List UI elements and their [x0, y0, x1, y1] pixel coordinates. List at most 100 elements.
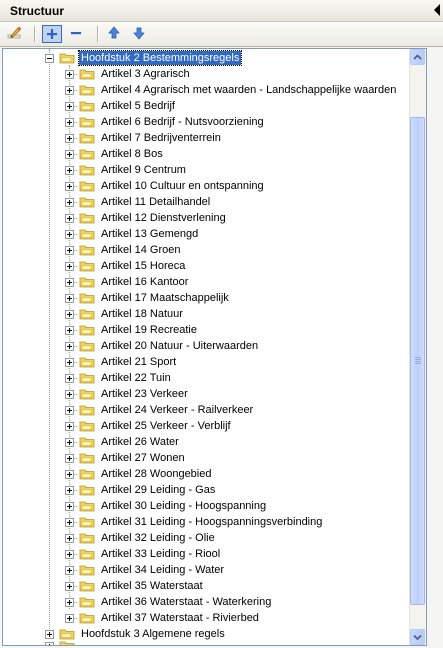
tree-node-label[interactable]: Artikel 10 Cultuur en ontspanning [99, 179, 266, 193]
expand-node-icon[interactable] [65, 502, 74, 511]
expand-node-icon[interactable] [65, 486, 74, 495]
tree-node-label[interactable]: Artikel 30 Leiding - Hoogspanning [99, 499, 268, 513]
tree-node-article[interactable]: Artikel 15 Horeca [3, 258, 426, 274]
expand-node-icon[interactable] [65, 566, 74, 575]
tree-node-label[interactable]: Artikel 11 Detailhandel [99, 195, 212, 209]
expand-node-icon[interactable] [65, 198, 74, 207]
expand-node-icon[interactable] [65, 454, 74, 463]
tree-node-label[interactable]: Artikel 15 Horeca [99, 259, 187, 273]
tree-node-label[interactable]: Artikel 12 Dienstverlening [99, 211, 228, 225]
tree-node-article[interactable]: Artikel 37 Waterstaat - Rivierbed [3, 610, 426, 626]
tree-node-article[interactable]: Artikel 5 Bedrijf [3, 98, 426, 114]
tree-node-article[interactable]: Artikel 35 Waterstaat [3, 578, 426, 594]
tree-node-article[interactable]: Artikel 19 Recreatie [3, 322, 426, 338]
expand-node-icon[interactable] [65, 230, 74, 239]
tree-node-article[interactable]: Artikel 33 Leiding - Riool [3, 546, 426, 562]
expand-node-icon[interactable] [65, 534, 74, 543]
tree-node-article[interactable]: Artikel 27 Wonen [3, 450, 426, 466]
tree-node-article[interactable]: Artikel 9 Centrum [3, 162, 426, 178]
tree-node-article[interactable]: Artikel 26 Water [3, 434, 426, 450]
tree-node-label[interactable]: Artikel 9 Centrum [99, 163, 188, 177]
tree-node-article[interactable]: Artikel 13 Gemengd [3, 226, 426, 242]
scroll-down-button[interactable] [410, 629, 425, 645]
tree-node-label[interactable]: Artikel 26 Water [99, 435, 181, 449]
tree-node-article[interactable]: Artikel 4 Agrarisch met waarden - Landsc… [3, 82, 426, 98]
expand-node-icon[interactable] [65, 86, 74, 95]
tree-node-label[interactable]: Artikel 33 Leiding - Riool [99, 547, 222, 561]
tree-node-article[interactable]: Artikel 7 Bedrijventerrein [3, 130, 426, 146]
tree-node-label[interactable]: Artikel 31 Leiding - Hoogspanningsverbin… [99, 515, 324, 529]
expand-node-icon[interactable] [65, 518, 74, 527]
tree-node-label[interactable]: Artikel 36 Waterstaat - Waterkering [99, 595, 273, 609]
tree-node-label[interactable]: Artikel 16 Kantoor [99, 275, 190, 289]
expand-node-icon[interactable] [65, 278, 74, 287]
tree-node-article[interactable]: Artikel 28 Woongebied [3, 466, 426, 482]
expand-node-icon[interactable] [45, 642, 54, 645]
expand-node-icon[interactable] [65, 374, 74, 383]
expand-node-icon[interactable] [65, 326, 74, 335]
vertical-scrollbar[interactable] [409, 49, 426, 645]
tree-node-article[interactable]: Artikel 14 Groen [3, 242, 426, 258]
collapse-panel-icon[interactable] [434, 4, 440, 16]
tree-node-label[interactable]: Artikel 19 Recreatie [99, 323, 199, 337]
collapse-all-button[interactable] [67, 25, 87, 43]
tree-node-label[interactable]: Artikel 7 Bedrijventerrein [99, 131, 223, 145]
expand-node-icon[interactable] [65, 550, 74, 559]
tree-node-label[interactable]: Artikel 28 Woongebied [99, 467, 213, 481]
tree-node-label[interactable]: Artikel 13 Gemengd [99, 227, 200, 241]
move-up-button[interactable] [105, 25, 125, 43]
tree-node-article[interactable]: Artikel 20 Natuur - Uiterwaarden [3, 338, 426, 354]
tree-node-article[interactable]: Artikel 8 Bos [3, 146, 426, 162]
tree-node-label[interactable]: Artikel 35 Waterstaat [99, 579, 205, 593]
expand-node-icon[interactable] [65, 390, 74, 399]
tree-node-label[interactable]: Artikel 6 Bedrijf - Nutsvoorziening [99, 115, 266, 129]
edit-button[interactable] [6, 25, 26, 43]
scrollbar-thumb[interactable] [410, 117, 425, 605]
tree-node-label[interactable]: Artikel 5 Bedrijf [99, 99, 177, 113]
tree-node-label[interactable]: Hoofdstuk 2 Bestemmingsregels [77, 50, 243, 66]
expand-node-icon[interactable] [65, 582, 74, 591]
tree-node-parent[interactable]: Hoofdstuk 2 Bestemmingsregels [3, 50, 426, 66]
tree-node-article[interactable]: Artikel 25 Verkeer - Verblijf [3, 418, 426, 434]
scroll-up-button[interactable] [410, 49, 425, 65]
tree-node-article[interactable]: Artikel 24 Verkeer - Railverkeer [3, 402, 426, 418]
expand-node-icon[interactable] [65, 118, 74, 127]
expand-node-icon[interactable] [65, 406, 74, 415]
expand-node-icon[interactable] [65, 166, 74, 175]
tree-node-label[interactable]: Artikel 3 Agrarisch [99, 67, 192, 81]
collapse-node-icon[interactable] [45, 54, 54, 63]
expand-node-icon[interactable] [65, 342, 74, 351]
tree-node-article[interactable]: Artikel 21 Sport [3, 354, 426, 370]
expand-node-icon[interactable] [65, 102, 74, 111]
tree-node-label[interactable]: Artikel 34 Leiding - Water [99, 563, 226, 577]
tree-node-article[interactable]: Artikel 12 Dienstverlening [3, 210, 426, 226]
tree-node-article[interactable]: Artikel 10 Cultuur en ontspanning [3, 178, 426, 194]
tree-node-partial[interactable] [3, 641, 426, 645]
tree-node-article[interactable]: Artikel 30 Leiding - Hoogspanning [3, 498, 426, 514]
tree-node-label[interactable]: Artikel 37 Waterstaat - Rivierbed [99, 611, 261, 625]
structure-tree[interactable]: Hoofdstuk 2 Bestemmingsregels Artikel 3 … [2, 48, 427, 646]
tree-node-article[interactable]: Artikel 22 Tuin [3, 370, 426, 386]
expand-node-icon[interactable] [65, 150, 74, 159]
tree-node-label[interactable]: Artikel 4 Agrarisch met waarden - Landsc… [99, 83, 398, 97]
expand-node-icon[interactable] [65, 310, 74, 319]
tree-node-label[interactable]: Artikel 29 Leiding - Gas [99, 483, 217, 497]
tree-node-article[interactable]: Artikel 32 Leiding - Olie [3, 530, 426, 546]
expand-node-icon[interactable] [65, 438, 74, 447]
tree-node-article[interactable]: Artikel 6 Bedrijf - Nutsvoorziening [3, 114, 426, 130]
tree-node-article[interactable]: Artikel 16 Kantoor [3, 274, 426, 290]
tree-node-label[interactable]: Artikel 21 Sport [99, 355, 178, 369]
expand-node-icon[interactable] [65, 358, 74, 367]
expand-all-button[interactable] [42, 25, 62, 43]
tree-node-label[interactable]: Artikel 23 Verkeer [99, 387, 190, 401]
tree-node-article[interactable]: Artikel 23 Verkeer [3, 386, 426, 402]
tree-node-label[interactable]: Artikel 25 Verkeer - Verblijf [99, 419, 233, 433]
expand-node-icon[interactable] [65, 70, 74, 79]
tree-node-label[interactable]: Artikel 14 Groen [99, 243, 182, 257]
tree-node-label[interactable]: Artikel 32 Leiding - Olie [99, 531, 217, 545]
tree-node-label[interactable]: Artikel 8 Bos [99, 147, 165, 161]
tree-node-label[interactable]: Artikel 17 Maatschappelijk [99, 291, 231, 305]
tree-node-article[interactable]: Artikel 11 Detailhandel [3, 194, 426, 210]
tree-node-label[interactable]: Hoofdstuk 3 Algemene regels [79, 627, 227, 641]
expand-node-icon[interactable] [65, 246, 74, 255]
